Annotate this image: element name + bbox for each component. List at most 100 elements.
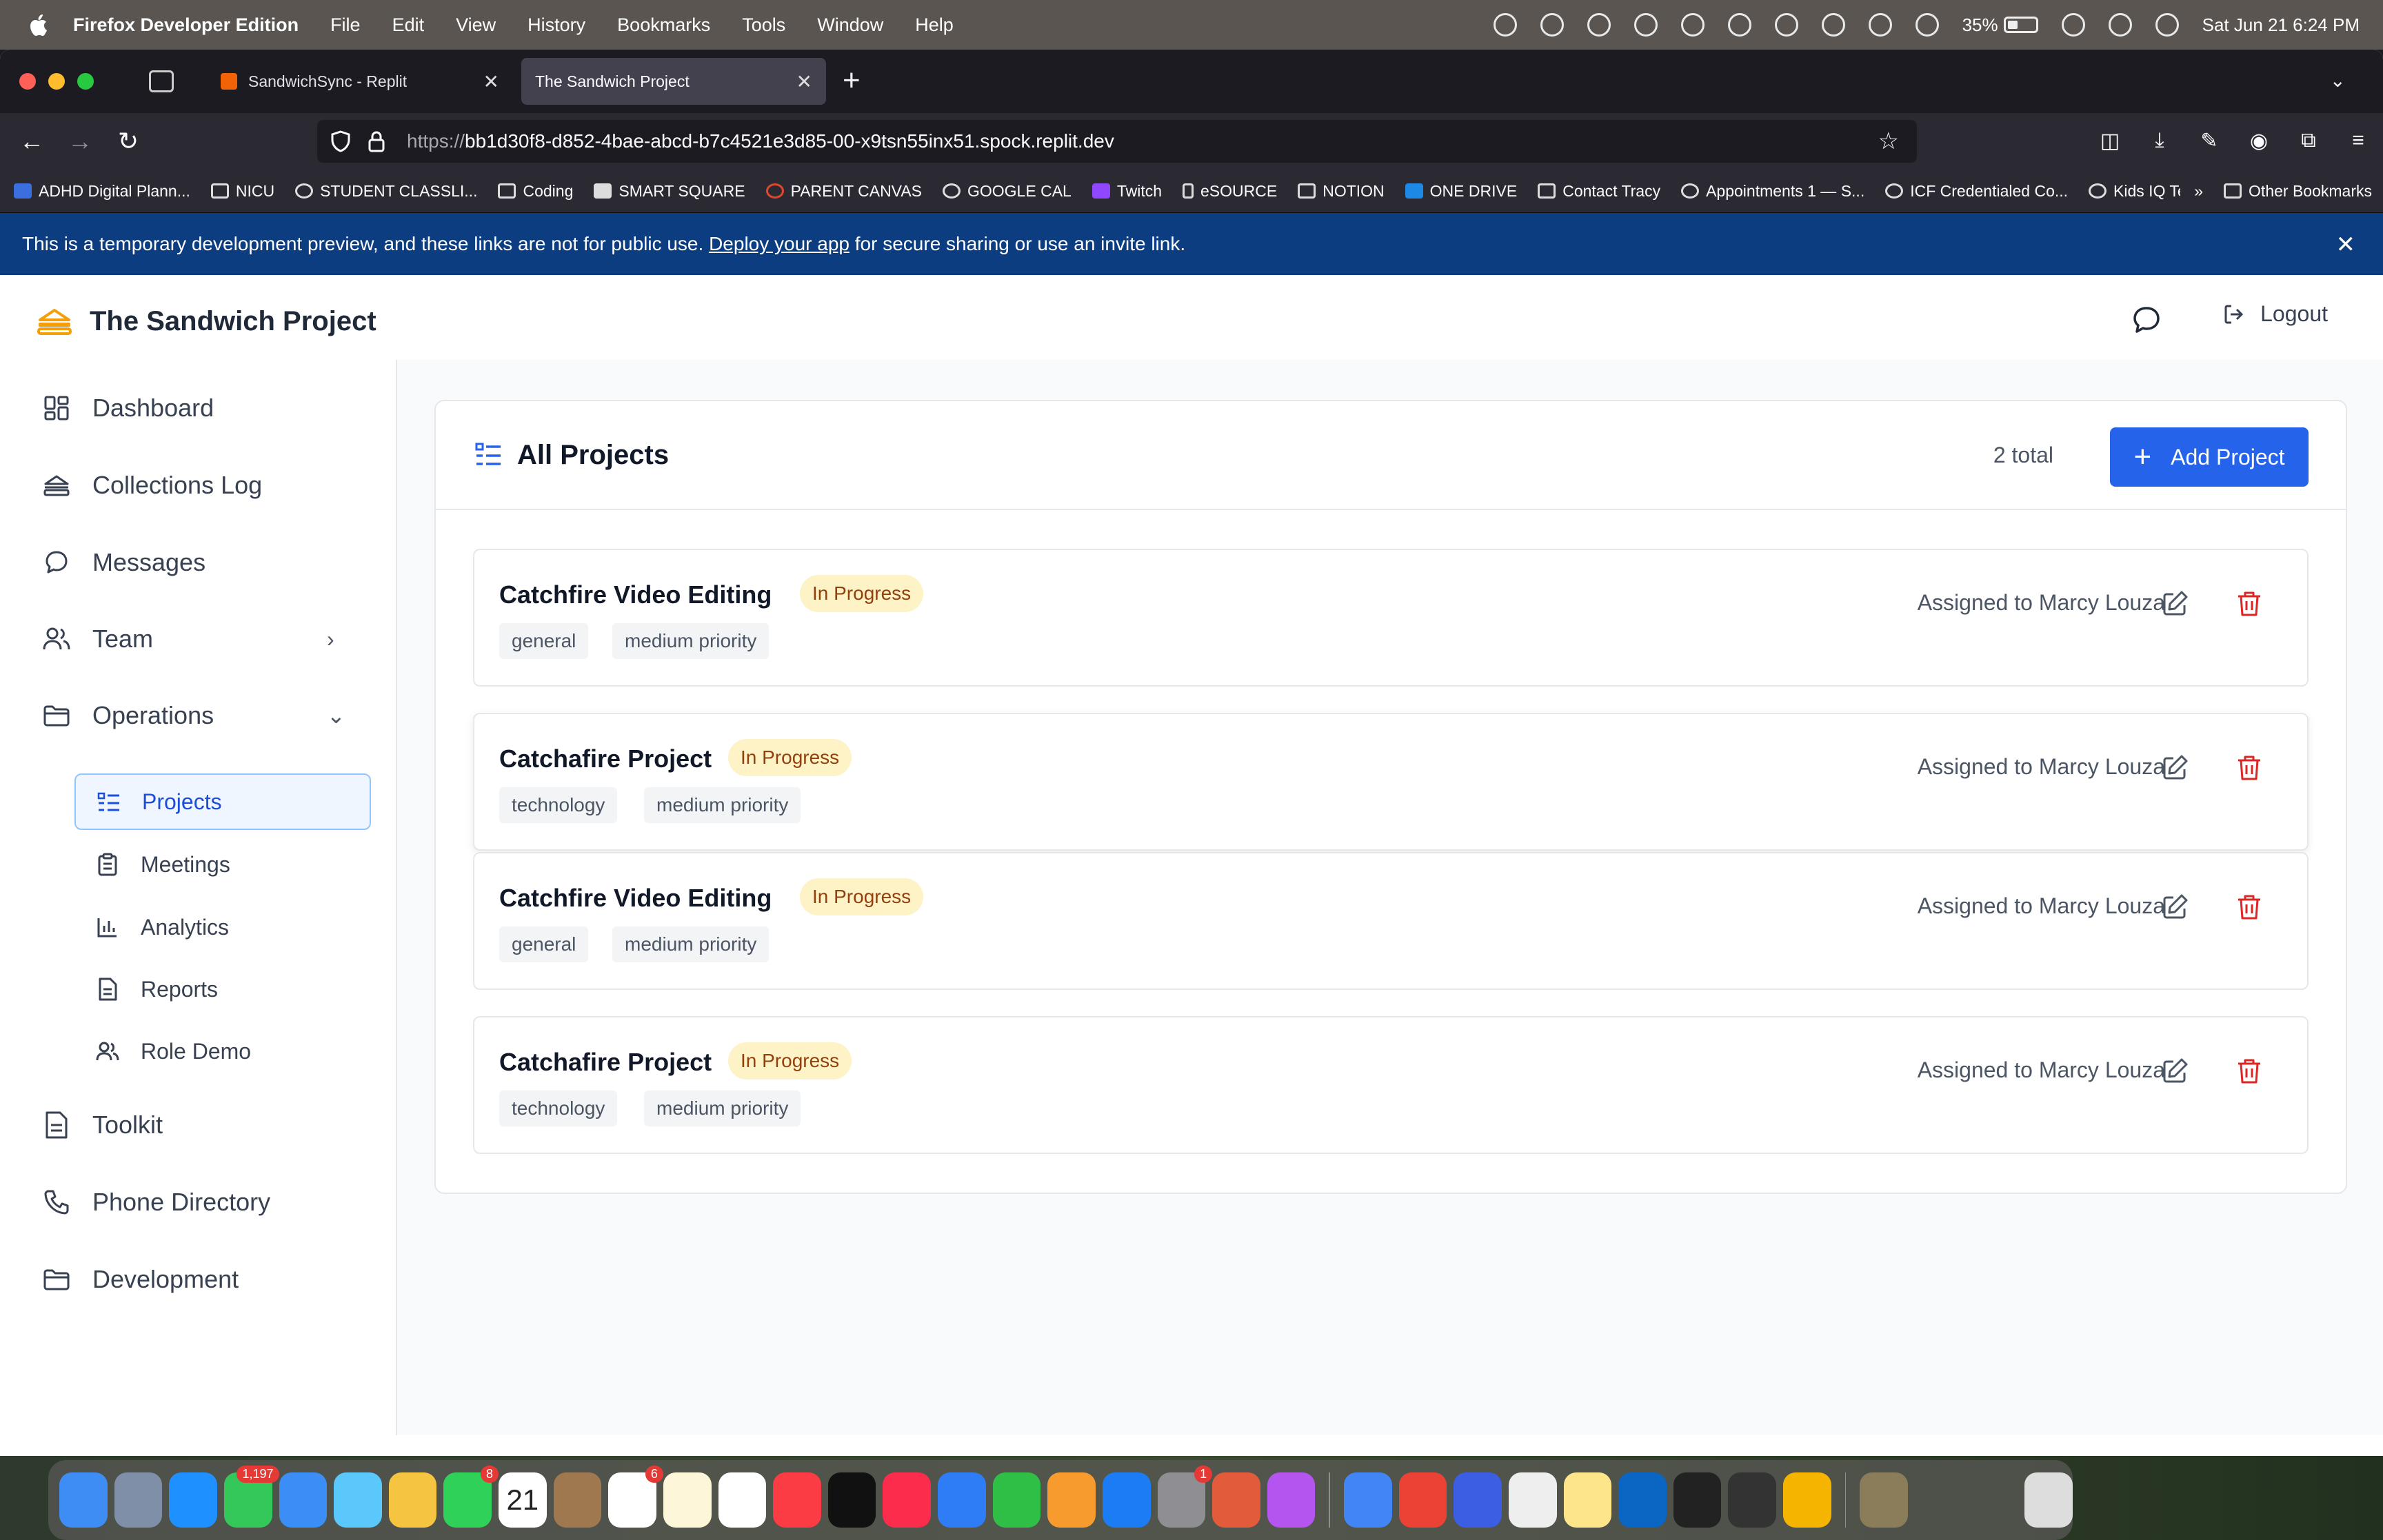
bookmark-folder[interactable]: NICU bbox=[210, 182, 274, 201]
new-tab-button[interactable]: + bbox=[843, 63, 861, 98]
safari-icon[interactable] bbox=[169, 1472, 217, 1528]
photos-icon[interactable] bbox=[388, 1472, 437, 1528]
back-arrow-icon[interactable]: ← bbox=[12, 122, 51, 161]
google-photos-icon[interactable] bbox=[1783, 1472, 1831, 1528]
news-icon[interactable] bbox=[883, 1472, 931, 1528]
trash-bin-icon[interactable] bbox=[2024, 1472, 2073, 1528]
cloud-status-icon[interactable] bbox=[1587, 13, 1611, 37]
pocket-icon[interactable]: ◫ bbox=[2093, 121, 2126, 160]
mail-icon[interactable] bbox=[279, 1472, 328, 1528]
maps-icon[interactable] bbox=[334, 1472, 382, 1528]
sidebar-subitem-meetings[interactable]: Meetings bbox=[74, 836, 371, 893]
chevron-down-icon[interactable]: ⌄ bbox=[2330, 69, 2346, 92]
menu-file[interactable]: File bbox=[330, 14, 361, 36]
bookmark-item[interactable]: STUDENT CLASSLI... bbox=[295, 182, 477, 201]
bookmark-item[interactable]: SMART SQUARE bbox=[594, 182, 745, 201]
finder-icon[interactable] bbox=[59, 1472, 108, 1528]
sidebar-item-phone-directory[interactable]: Phone Directory bbox=[41, 1175, 270, 1230]
bluetooth-icon[interactable] bbox=[1868, 13, 1892, 37]
keynote-icon[interactable] bbox=[938, 1472, 986, 1528]
sidebar-item-collections-log[interactable]: Collections Log bbox=[41, 458, 262, 513]
apple-logo-icon[interactable] bbox=[26, 11, 50, 39]
reminders-icon[interactable]: 6 bbox=[608, 1466, 663, 1528]
person-status-icon[interactable] bbox=[1774, 13, 1798, 37]
freeform-icon[interactable] bbox=[718, 1472, 767, 1528]
bookmark-item[interactable]: eSOURCE bbox=[1183, 182, 1277, 201]
messages-icon[interactable]: 1,197 bbox=[223, 1466, 279, 1528]
menu-tools[interactable]: Tools bbox=[742, 14, 785, 36]
chrome-icon[interactable] bbox=[1344, 1472, 1392, 1528]
project-name[interactable]: Catchfire Video Editing bbox=[499, 884, 772, 913]
status-app-icon[interactable] bbox=[1540, 13, 1564, 37]
edit-icon[interactable] bbox=[2160, 753, 2190, 783]
tab-sandwichsync-replit[interactable]: SandwichSync - Replit ✕ bbox=[207, 58, 513, 105]
menubar-clock[interactable]: Sat Jun 21 6:24 PM bbox=[2202, 14, 2360, 36]
circle-status-icon[interactable] bbox=[1727, 13, 1751, 37]
control-center-icon[interactable] bbox=[2108, 13, 2132, 37]
shield-icon[interactable] bbox=[331, 130, 350, 152]
bookmark-item[interactable]: Appointments 1 — S... bbox=[1681, 182, 1864, 201]
feedback-icon[interactable] bbox=[1267, 1472, 1316, 1528]
sidebar-subitem-reports[interactable]: Reports bbox=[74, 961, 371, 1017]
menu-view[interactable]: View bbox=[456, 14, 496, 36]
pages-icon[interactable] bbox=[1047, 1472, 1096, 1528]
logout-button[interactable]: Logout bbox=[2222, 301, 2328, 327]
project-row[interactable]: Catchafire Project In Progress technolog… bbox=[473, 713, 2309, 851]
wifi-icon[interactable] bbox=[1915, 13, 1939, 37]
firefox-developer-icon[interactable] bbox=[1454, 1472, 1502, 1528]
contacts-icon[interactable] bbox=[553, 1472, 602, 1528]
sidebar-item-toolkit[interactable]: Toolkit bbox=[41, 1097, 163, 1153]
menu-help[interactable]: Help bbox=[915, 14, 954, 36]
chrome-app-icon[interactable] bbox=[1915, 1472, 1963, 1528]
spotlight-search-icon[interactable] bbox=[2061, 13, 2085, 37]
textedit-icon[interactable] bbox=[1508, 1472, 1557, 1528]
unity-icon[interactable] bbox=[1728, 1472, 1777, 1528]
add-project-button[interactable]: + Add Project bbox=[2110, 427, 2309, 487]
apple-tv-icon[interactable] bbox=[827, 1472, 876, 1528]
account-icon[interactable]: ◉ bbox=[2242, 121, 2275, 160]
openai-status-icon[interactable] bbox=[1493, 13, 1517, 37]
sidebar-subitem-role-demo[interactable]: Role Demo bbox=[74, 1023, 371, 1080]
chatgpt-icon[interactable] bbox=[1673, 1472, 1722, 1528]
reload-icon[interactable]: ↻ bbox=[109, 122, 148, 161]
downloads-stack-icon[interactable] bbox=[1860, 1472, 1909, 1528]
menu-history[interactable]: History bbox=[527, 14, 585, 36]
minimize-window-button[interactable] bbox=[48, 73, 65, 90]
close-icon[interactable]: ✕ bbox=[2336, 231, 2356, 259]
stickies-icon[interactable] bbox=[1563, 1472, 1612, 1528]
zoom-window-button[interactable] bbox=[77, 73, 94, 90]
bookmark-folder[interactable]: Coding bbox=[498, 182, 573, 201]
bookmark-item[interactable]: NOTION bbox=[1298, 182, 1385, 201]
m-status-icon[interactable] bbox=[1680, 13, 1705, 37]
app-store-icon[interactable] bbox=[1102, 1472, 1151, 1528]
sidebar-item-operations[interactable]: Operations ⌄ bbox=[41, 688, 345, 743]
close-tab-icon[interactable]: ✕ bbox=[483, 70, 499, 93]
tab-sandwich-project[interactable]: The Sandwich Project ✕ bbox=[521, 58, 826, 105]
chevron-down-icon[interactable]: ⌄ bbox=[327, 702, 345, 729]
battery-indicator[interactable]: 35% bbox=[1962, 14, 2038, 36]
edit-icon[interactable] bbox=[2160, 1056, 2190, 1086]
bookmark-item[interactable]: ADHD Digital Plann... bbox=[14, 182, 190, 201]
trash-icon[interactable] bbox=[2234, 589, 2264, 619]
deploy-app-link[interactable]: Deploy your app bbox=[709, 233, 849, 254]
close-tab-icon[interactable]: ✕ bbox=[796, 70, 812, 93]
sidebar-item-dashboard[interactable]: Dashboard bbox=[41, 381, 214, 436]
sidebar-item-messages[interactable]: Messages bbox=[41, 535, 205, 590]
project-row[interactable]: Catchfire Video Editing In Progress gene… bbox=[473, 852, 2309, 990]
url-bar[interactable]: https://bb1d30f8-d852-4bae-abcd-b7c4521e… bbox=[317, 120, 1917, 163]
chat-icon[interactable] bbox=[2129, 303, 2164, 337]
sidebar-subitem-projects[interactable]: Projects bbox=[74, 773, 371, 830]
bookmark-item[interactable]: Twitch bbox=[1092, 182, 1162, 201]
siri-icon[interactable] bbox=[2155, 13, 2179, 37]
bookmark-star-icon[interactable]: ☆ bbox=[1878, 128, 1899, 155]
url-text[interactable]: https://bb1d30f8-d852-4bae-abcd-b7c4521e… bbox=[407, 130, 1114, 152]
edit-icon[interactable] bbox=[2160, 892, 2190, 922]
chrome-canary-icon[interactable] bbox=[1398, 1472, 1447, 1528]
download-icon[interactable]: ⤓ bbox=[2143, 121, 2176, 160]
edit-icon[interactable] bbox=[2160, 589, 2190, 619]
bookmark-item[interactable]: ONE DRIVE bbox=[1405, 182, 1517, 201]
bookmark-item[interactable]: ICF Credentialed Co... bbox=[1885, 182, 2068, 201]
bookmark-item[interactable]: PARENT CANVAS bbox=[765, 182, 922, 201]
wrench-icon[interactable]: ✎ bbox=[2193, 121, 2226, 160]
bookmark-item[interactable]: Kids IQ Te: bbox=[2089, 182, 2191, 201]
